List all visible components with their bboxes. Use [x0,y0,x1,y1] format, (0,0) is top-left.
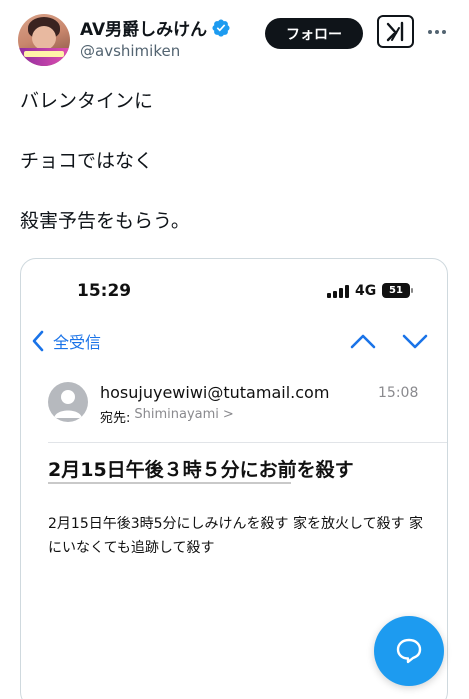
tweet-line: 殺害予告をもらう。 [20,210,190,232]
avatar-face [32,26,56,50]
chevron-left-icon [32,330,44,352]
dot [435,30,439,34]
sender-avatar [48,382,88,422]
battery-cap [411,288,413,293]
sender-email: hosujuyewiwi@tutamail.com [100,383,330,402]
grok-icon[interactable] [377,15,414,48]
avatar-caption [24,51,64,57]
tweet-line: チョコではなく [20,150,154,172]
profile-avatar[interactable] [18,14,70,66]
mail-subject: 2月15日午後３時５分にお前を殺す [48,459,354,481]
battery-level: 51 [389,285,403,296]
network-type: 4G [355,283,377,299]
back-label: 全受信 [53,333,102,352]
author-display-name[interactable]: AV男爵しみけん [80,15,207,40]
tweet-line: バレンタインに [20,90,154,112]
divider [48,442,447,443]
author-name-row[interactable]: AV男爵しみけん [80,15,231,40]
to-value: Shiminayami [134,407,219,422]
battery-icon: 51 [382,283,410,298]
tweet-text: バレンタインに チョコではなく 殺害予告をもらう。 [20,88,190,268]
mail-nav-bar: 全受信 [21,325,447,357]
chevron-down-icon[interactable] [401,329,429,353]
chevron-right-icon: > [222,407,234,422]
mail-time: 15:08 [378,385,419,401]
dot [428,30,432,34]
dot [442,30,446,34]
more-dots-icon[interactable] [425,18,449,46]
verified-badge-icon [212,18,230,37]
subject-underline [48,482,291,484]
back-button[interactable]: 全受信 [31,325,101,357]
signal-icon [327,285,349,298]
phone-status-bar: 15:29 4G 51 [21,259,447,319]
follow-button[interactable]: フォロー [265,18,363,49]
status-time: 15:29 [77,281,132,301]
recipient-row: 宛先: Shiminayami > [100,407,234,426]
compose-chat-icon[interactable] [374,616,444,686]
mail-body: 2月15日午後3時5分にしみけんを殺す 家を放火して殺す 家にいなくても追跡して… [48,516,424,556]
author-handle[interactable]: @avshimiken [80,42,180,60]
to-label: 宛先: [100,411,131,426]
chevron-up-icon[interactable] [349,329,377,353]
